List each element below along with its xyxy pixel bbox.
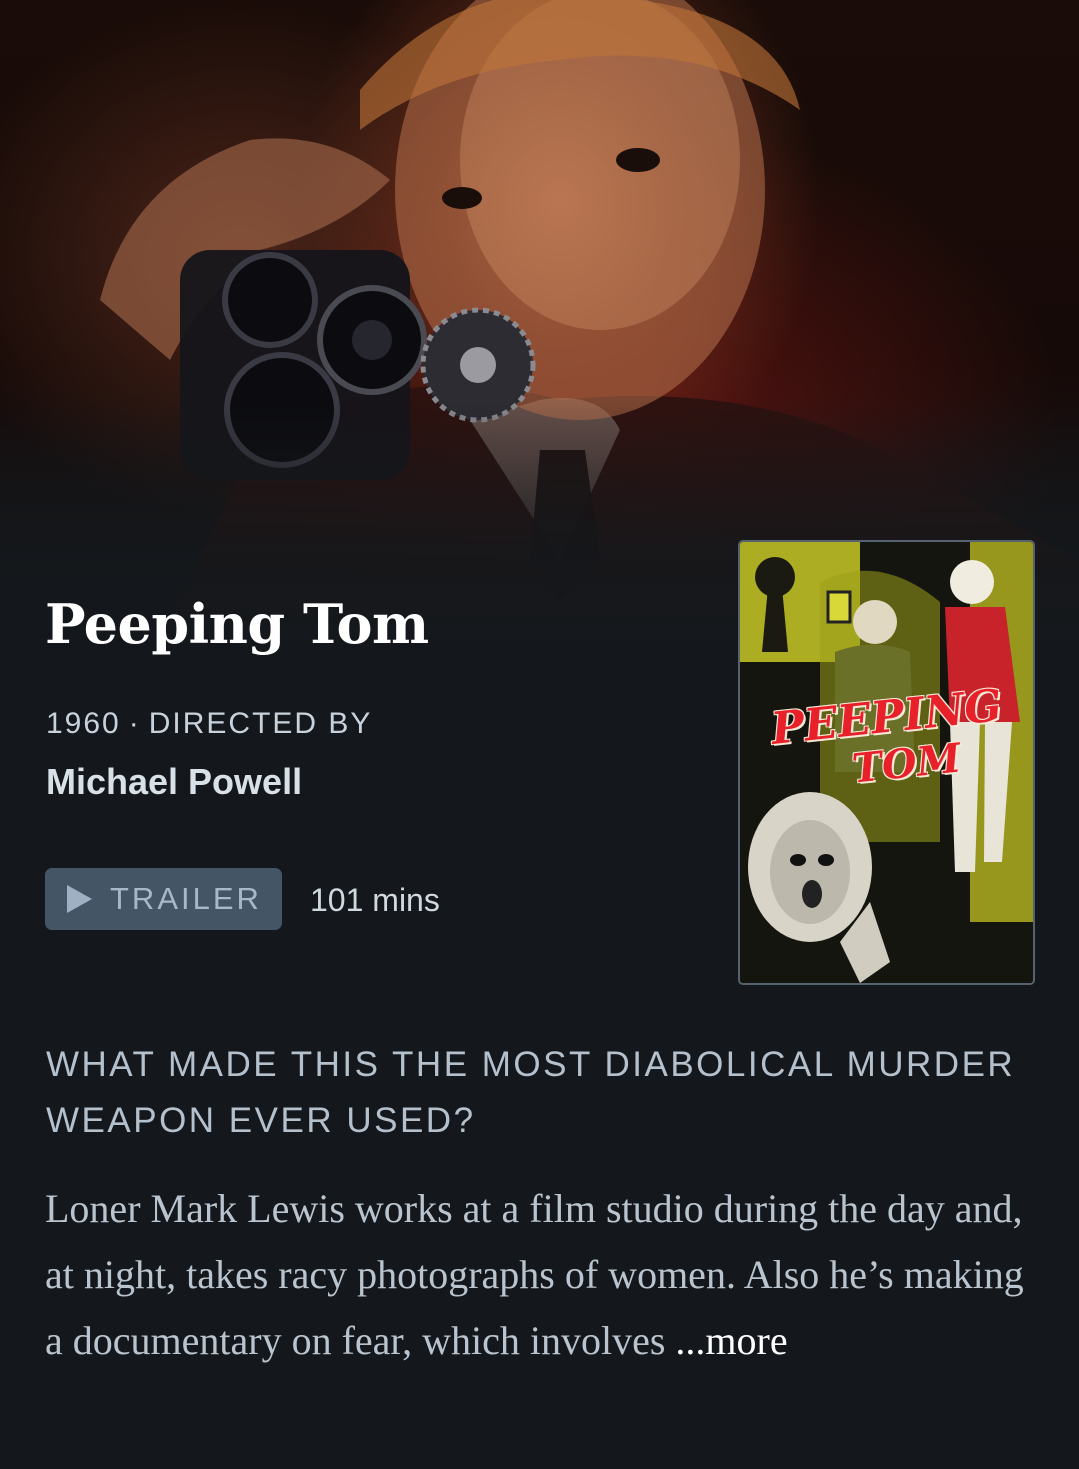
- release-year[interactable]: 1960: [46, 707, 121, 740]
- film-tagline: WHAT MADE THIS THE MOST DIABOLICAL MURDE…: [46, 1045, 1016, 1140]
- more-link[interactable]: ...more: [675, 1318, 787, 1363]
- film-poster[interactable]: PEEPING TOM: [738, 540, 1035, 985]
- runtime: 101 mins: [310, 882, 440, 918]
- directed-by-label: DIRECTED BY: [148, 707, 373, 740]
- trailer-label: TRAILER: [110, 881, 262, 916]
- meta-separator: ·: [128, 707, 141, 740]
- film-title: Peeping Tom: [45, 592, 429, 656]
- trailer-button[interactable]: TRAILER: [45, 868, 282, 930]
- film-detail-page: Peeping Tom 1960 · DIRECTED BY Michael Pow…: [0, 0, 1079, 1469]
- play-icon: [67, 885, 92, 913]
- synopsis-text: Loner Mark Lewis works at a film studio …: [45, 1186, 1024, 1363]
- film-synopsis: Loner Mark Lewis works at a film studio …: [45, 1176, 1035, 1374]
- film-meta: 1960 · DIRECTED BY: [46, 704, 372, 744]
- director-link[interactable]: Michael Powell: [46, 760, 302, 804]
